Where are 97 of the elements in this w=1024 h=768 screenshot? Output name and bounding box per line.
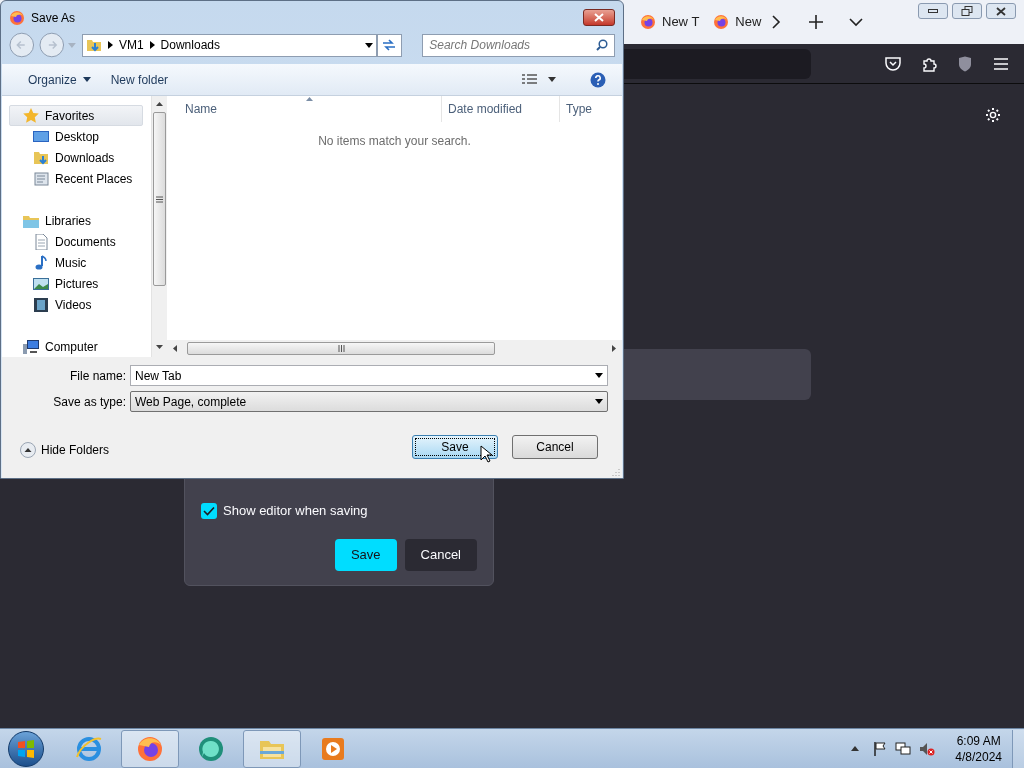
network-icon[interactable] bbox=[895, 741, 912, 756]
puzzle-icon[interactable] bbox=[922, 55, 938, 72]
nav-item[interactable]: Favorites bbox=[9, 105, 143, 126]
dropdown-arrow-icon[interactable] bbox=[364, 42, 373, 48]
desktop-icon bbox=[33, 128, 49, 145]
videos-icon bbox=[33, 296, 49, 313]
nav-item[interactable]: Videos bbox=[9, 294, 151, 315]
scroll-up-icon[interactable] bbox=[156, 102, 163, 106]
taskbar-button[interactable] bbox=[121, 729, 179, 768]
muted-speaker-icon[interactable] bbox=[919, 741, 936, 756]
nav-item[interactable]: Music bbox=[9, 252, 151, 273]
help-icon[interactable] bbox=[590, 71, 606, 88]
search-placeholder: Search Downloads bbox=[429, 37, 530, 54]
pictures-icon bbox=[33, 275, 49, 292]
pocket-icon[interactable] bbox=[885, 56, 901, 71]
cursor-icon bbox=[480, 445, 492, 463]
checkbox-label: Show editor when saving bbox=[223, 502, 368, 520]
hide-folders-button[interactable]: Hide Folders bbox=[20, 441, 110, 459]
chevron-down-icon[interactable] bbox=[849, 17, 864, 27]
checkbox[interactable] bbox=[201, 502, 217, 519]
type-dropdown[interactable]: Web Page, complete bbox=[130, 391, 608, 412]
shield-icon[interactable] bbox=[958, 55, 972, 72]
dropdown-arrow-icon bbox=[595, 399, 603, 404]
nav-item[interactable]: Libraries bbox=[9, 210, 151, 231]
view-list-icon[interactable] bbox=[522, 73, 538, 86]
nav-item[interactable]: Desktop bbox=[9, 126, 151, 147]
collapse-icon bbox=[20, 442, 36, 458]
firefox-icon bbox=[640, 14, 656, 30]
clock-time: 6:09 AM bbox=[956, 732, 1001, 749]
ie-icon bbox=[75, 734, 103, 763]
minimize-button[interactable] bbox=[918, 3, 948, 19]
search-icon bbox=[596, 39, 608, 51]
scroll-left-icon[interactable] bbox=[173, 345, 177, 352]
breadcrumb-item[interactable]: Downloads bbox=[160, 36, 220, 54]
restore-icon bbox=[961, 6, 973, 16]
nav-item[interactable]: Documents bbox=[9, 231, 151, 252]
window-title: Save As bbox=[31, 9, 76, 27]
computer-icon bbox=[23, 338, 39, 355]
firefox-icon bbox=[713, 14, 730, 30]
close-icon bbox=[996, 6, 1006, 16]
nav-item[interactable]: Recent Places bbox=[9, 168, 151, 189]
flag-icon[interactable] bbox=[873, 741, 888, 756]
file-name-field[interactable]: New Tab bbox=[130, 365, 608, 386]
dropdown-arrow-icon[interactable] bbox=[548, 77, 556, 82]
save-button[interactable]: Save bbox=[334, 539, 397, 571]
firefox-icon bbox=[136, 734, 164, 763]
nav-item[interactable]: Downloads bbox=[9, 147, 151, 168]
download-icon bbox=[33, 149, 49, 166]
sort-arrow-icon bbox=[306, 97, 313, 101]
refresh-icon bbox=[382, 39, 397, 51]
close-icon bbox=[594, 13, 604, 22]
grip-icon bbox=[337, 345, 345, 352]
resize-grip-icon bbox=[612, 468, 620, 476]
restore-button[interactable] bbox=[952, 3, 982, 19]
scroll-down-icon[interactable] bbox=[156, 345, 163, 349]
chat-icon bbox=[197, 734, 225, 763]
field-label: File name: bbox=[68, 367, 127, 385]
show-hidden-icons[interactable] bbox=[851, 746, 860, 751]
dropdown-arrow-icon bbox=[82, 77, 91, 82]
field-label: Save as type: bbox=[52, 393, 127, 411]
nav-item[interactable]: Pictures bbox=[9, 273, 151, 294]
start-button[interactable] bbox=[8, 730, 44, 767]
tab-label[interactable]: New bbox=[735, 12, 762, 32]
document-icon bbox=[33, 233, 49, 250]
close-button[interactable] bbox=[986, 3, 1016, 19]
tab-label[interactable]: New T bbox=[662, 12, 700, 32]
search-field[interactable]: Search Downloads bbox=[422, 33, 615, 57]
checkmark-icon bbox=[203, 505, 215, 516]
empty-message: No items match your search. bbox=[317, 133, 472, 150]
dropdown-arrow-icon bbox=[595, 373, 603, 378]
menu-icon[interactable] bbox=[994, 57, 1008, 70]
folder-icon bbox=[85, 37, 102, 53]
chevron-right-icon[interactable] bbox=[149, 41, 155, 49]
windows-logo-icon bbox=[17, 739, 35, 758]
address-bar[interactable]: VM1 Downloads bbox=[81, 33, 377, 57]
plus-icon[interactable] bbox=[809, 15, 824, 29]
scroll-right-icon[interactable] bbox=[612, 345, 616, 352]
cancel-button[interactable]: Cancel bbox=[404, 539, 477, 571]
column-header[interactable]: Type bbox=[559, 96, 622, 122]
chevron-right-icon[interactable] bbox=[107, 41, 113, 49]
clock-date: 4/8/2024 bbox=[955, 748, 1002, 765]
firefox-icon bbox=[9, 9, 25, 26]
nav-item[interactable]: Computer bbox=[9, 336, 151, 357]
new-folder-button[interactable]: New folder bbox=[100, 70, 179, 89]
music-icon bbox=[33, 254, 49, 271]
organize-menu[interactable]: Organize bbox=[18, 70, 101, 89]
grip-icon bbox=[156, 195, 163, 203]
star-icon bbox=[23, 107, 39, 124]
column-header[interactable]: Date modified bbox=[441, 96, 559, 122]
save-button[interactable]: Save bbox=[412, 435, 498, 459]
breadcrumb-item[interactable]: VM1 bbox=[118, 36, 144, 54]
column-header[interactable]: Name bbox=[167, 96, 441, 122]
cancel-button[interactable]: Cancel bbox=[512, 435, 598, 459]
close-button[interactable] bbox=[583, 9, 615, 26]
chevron-right-icon[interactable] bbox=[771, 15, 782, 29]
settings-icon[interactable] bbox=[985, 107, 1001, 123]
recent-icon bbox=[33, 170, 49, 187]
